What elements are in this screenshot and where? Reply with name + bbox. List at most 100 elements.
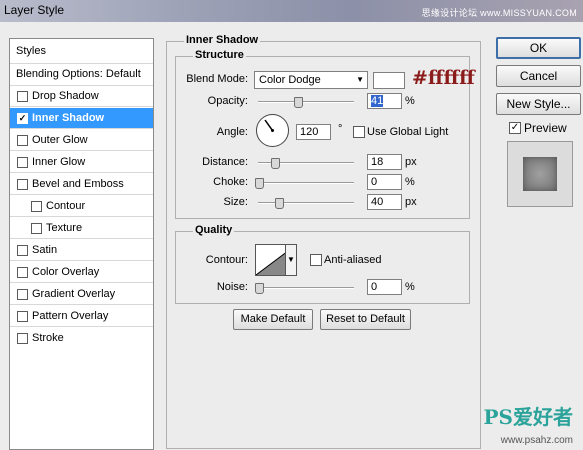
structure-title: Structure [193, 49, 246, 61]
distance-value: 18 [371, 156, 384, 168]
sidebar-item-gradient-overlay[interactable]: Gradient Overlay [10, 284, 153, 305]
sidebar-item-outer-glow[interactable]: Outer Glow [10, 130, 153, 151]
satin-checkbox[interactable] [17, 245, 28, 256]
cancel-button[interactable]: Cancel [496, 65, 581, 87]
drop-shadow-checkbox[interactable] [17, 91, 28, 102]
site-logo: PS爱好者 [483, 405, 573, 429]
sidebar-item-label: Satin [32, 244, 58, 256]
sidebar-item-satin[interactable]: Satin [10, 240, 153, 261]
opacity-input[interactable]: 41 [367, 93, 402, 109]
angle-input[interactable]: 120 [296, 124, 331, 140]
sidebar-item-contour[interactable]: Contour [10, 196, 153, 217]
sidebar-item-label: Color Overlay [32, 266, 100, 278]
shadow-color-swatch[interactable] [373, 72, 405, 89]
preview-swatch [523, 157, 557, 191]
size-input[interactable]: 40 [367, 194, 402, 210]
sidebar-item-label: Drop Shadow [32, 90, 99, 102]
noise-value: 0 [371, 281, 378, 293]
ok-button[interactable]: OK [496, 37, 581, 59]
use-global-light-checkbox[interactable] [353, 126, 365, 138]
contour-label: Contour: [205, 254, 248, 266]
styles-header-label: Styles [16, 45, 46, 57]
outer-glow-checkbox[interactable] [17, 135, 28, 146]
opacity-value: 41 [371, 95, 384, 107]
size-slider-track[interactable] [258, 202, 354, 204]
contour-dropdown-arrow[interactable]: ▼ [285, 244, 297, 276]
opacity-label: Opacity: [207, 95, 248, 107]
choke-label: Choke: [213, 176, 248, 188]
sidebar-item-color-overlay[interactable]: Color Overlay [10, 262, 153, 283]
reset-default-button[interactable]: Reset to Default [320, 309, 411, 330]
sidebar-item-label: Contour [46, 200, 86, 212]
use-global-light-label: Use Global Light [367, 126, 449, 138]
preview-checkbox[interactable]: ✓ [509, 122, 521, 134]
sidebar-item-label: Inner Shadow [32, 112, 105, 124]
make-default-button[interactable]: Make Default [233, 309, 313, 330]
sidebar-item-inner-shadow[interactable]: ✓ Inner Shadow [10, 108, 153, 129]
distance-label: Distance: [202, 156, 248, 168]
sidebar-item-stroke[interactable]: Stroke [10, 328, 153, 349]
sidebar-item-inner-glow[interactable]: Inner Glow [10, 152, 153, 173]
preview-label: Preview [524, 121, 567, 135]
quality-title: Quality [193, 224, 235, 236]
distance-slider-thumb[interactable] [271, 158, 280, 169]
inner-shadow-checkbox[interactable]: ✓ [17, 113, 28, 124]
opacity-unit: % [405, 95, 415, 107]
size-slider-thumb[interactable] [275, 198, 284, 209]
noise-slider-track[interactable] [258, 287, 354, 289]
noise-unit: % [405, 281, 415, 293]
styles-header[interactable]: Styles [10, 39, 153, 64]
angle-dial[interactable] [256, 114, 289, 147]
watermark-text: 思缘设计论坛 www.MISSYUAN.COM [421, 8, 577, 18]
anti-aliased-checkbox[interactable] [310, 254, 322, 266]
choke-unit: % [405, 176, 415, 188]
choke-input[interactable]: 0 [367, 174, 402, 190]
window-title: Layer Style [4, 3, 65, 17]
new-style-button[interactable]: New Style... [496, 93, 581, 115]
texture-checkbox[interactable] [31, 223, 42, 234]
blend-mode-select[interactable]: Color Dodge ▼ [254, 71, 368, 89]
angle-unit: ° [338, 123, 343, 135]
sidebar-item-texture[interactable]: Texture [10, 218, 153, 239]
quality-group [175, 231, 470, 304]
size-unit: px [405, 196, 417, 208]
sidebar-item-label: Pattern Overlay [32, 310, 109, 322]
gradient-overlay-checkbox[interactable] [17, 289, 28, 300]
noise-input[interactable]: 0 [367, 279, 402, 295]
choke-slider-track[interactable] [258, 182, 354, 184]
choke-value: 0 [371, 176, 378, 188]
anti-aliased-label: Anti-aliased [324, 254, 382, 266]
sidebar-item-label: Bevel and Emboss [32, 178, 124, 190]
site-url: www.psahz.com [500, 435, 573, 446]
pattern-overlay-checkbox[interactable] [17, 311, 28, 322]
stroke-checkbox[interactable] [17, 333, 28, 344]
sidebar-item-pattern-overlay[interactable]: Pattern Overlay [10, 306, 153, 327]
sidebar-item-bevel-emboss[interactable]: Bevel and Emboss [10, 174, 153, 195]
sidebar-item-drop-shadow[interactable]: Drop Shadow [10, 86, 153, 107]
chevron-down-icon: ▼ [287, 255, 295, 264]
inner-shadow-title: Inner Shadow [184, 34, 261, 46]
chevron-down-icon: ▼ [356, 75, 364, 84]
title-bar: Layer Style 思缘设计论坛 www.MISSYUAN.COM [0, 0, 583, 22]
opacity-slider-thumb[interactable] [294, 97, 303, 108]
angle-label: Angle: [216, 126, 248, 138]
angle-value: 120 [300, 126, 319, 138]
sidebar-item-label: Stroke [32, 332, 64, 344]
noise-slider-thumb[interactable] [255, 283, 264, 294]
inner-glow-checkbox[interactable] [17, 157, 28, 168]
contour-checkbox[interactable] [31, 201, 42, 212]
sidebar-item-label: Inner Glow [32, 156, 86, 168]
blend-mode-value: Color Dodge [259, 74, 321, 86]
angle-needle-icon [264, 119, 274, 132]
bevel-emboss-checkbox[interactable] [17, 179, 28, 190]
size-value: 40 [371, 196, 384, 208]
choke-slider-thumb[interactable] [255, 178, 264, 189]
sidebar-item-label: Outer Glow [32, 134, 88, 146]
color-hex-annotation: #ffffff [412, 67, 475, 89]
blend-mode-label: Blend Mode: [186, 73, 248, 85]
blending-options-item[interactable]: Blending Options: Default [10, 64, 153, 86]
styles-sidebar: Styles Blending Options: Default Drop Sh… [9, 38, 154, 450]
opacity-slider-track[interactable] [258, 101, 354, 103]
color-overlay-checkbox[interactable] [17, 267, 28, 278]
distance-input[interactable]: 18 [367, 154, 402, 170]
